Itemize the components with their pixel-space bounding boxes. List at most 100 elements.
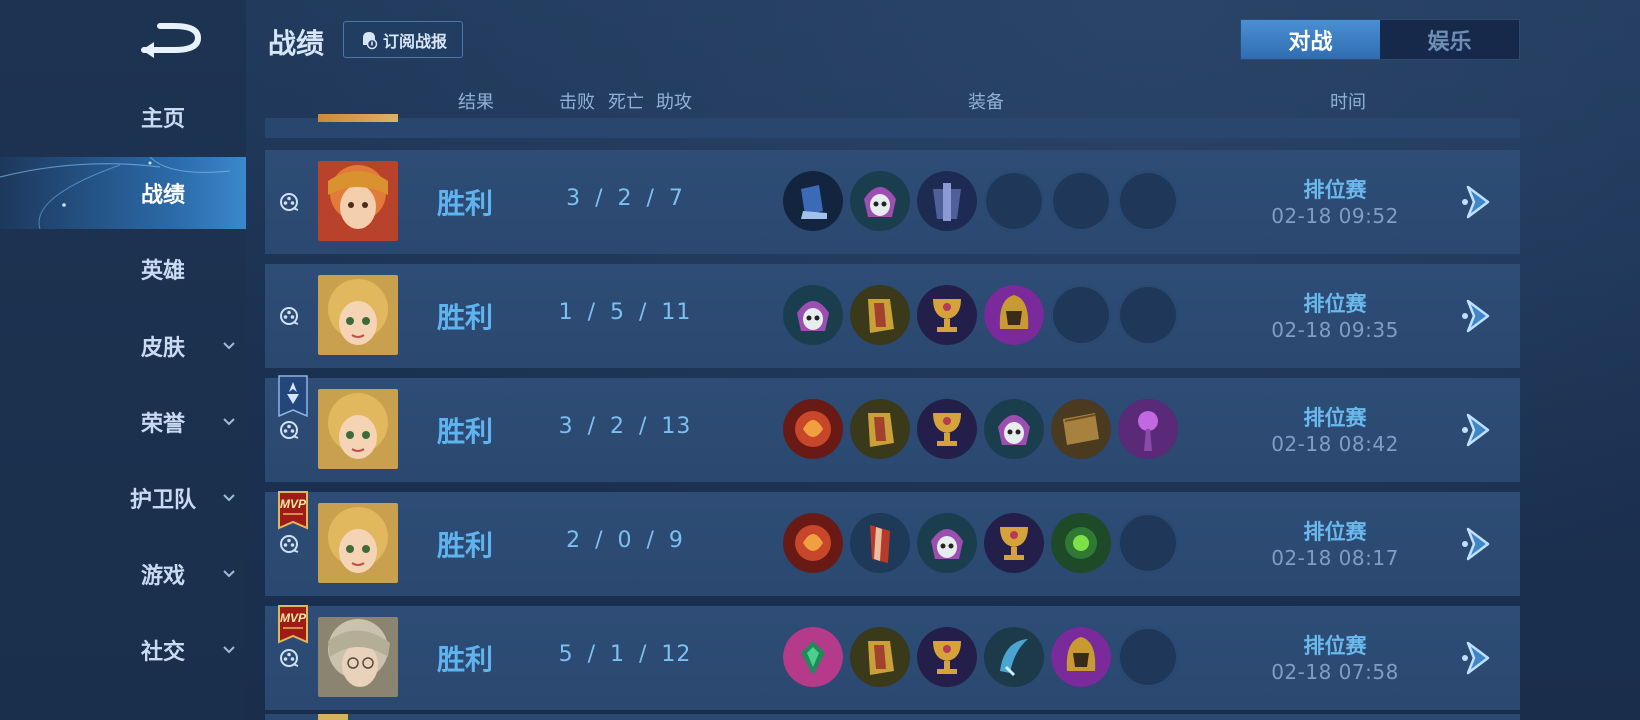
book-icon[interactable] [1051,399,1111,459]
purple-staff-icon[interactable] [1118,399,1178,459]
empty-item-slot [1051,171,1111,231]
match-time: 02-18 08:17 [1271,546,1399,570]
chalice-icon[interactable] [917,399,977,459]
match-row[interactable]: 胜利 3 / 2 / 7 排位赛 02-18 09:52 [265,150,1520,254]
sidebar: 主页 战绩 英雄 皮肤 荣誉 护卫队 游戏 社交 [0,0,246,720]
column-header-kills: 击败 [559,92,595,113]
page-title: 战绩 [268,27,325,60]
purple-helm-icon[interactable] [1051,627,1111,687]
gold-gauntlet-icon[interactable] [850,285,910,345]
hero-portrait-icon [318,275,398,355]
flame-orb-icon[interactable] [783,399,843,459]
hero-portrait-icon [318,161,398,241]
hero-portrait-icon [318,389,398,469]
tab-entertainment[interactable]: 娱乐 [1380,20,1519,59]
column-header-time: 时间 [1330,92,1366,113]
mvp-badge-icon [275,602,311,648]
sidebar-item-games[interactable]: 游戏 [0,538,246,610]
partial-row-top [265,114,1520,138]
gold-gauntlet-icon[interactable] [850,399,910,459]
column-header-assists: 助攻 [656,92,692,113]
column-header-equipment: 装备 [968,92,1004,113]
chevron-down-icon [223,342,235,350]
gold-gauntlet-icon[interactable] [850,627,910,687]
match-result: 胜利 [436,643,493,676]
replay-icon[interactable] [279,306,299,326]
skull-helm-icon[interactable] [917,513,977,573]
kda-score: 1 / 5 / 11 [558,300,692,325]
chalice-icon[interactable] [984,513,1044,573]
skull-helm-icon[interactable] [783,285,843,345]
kda-score: 3 / 2 / 7 [566,186,684,211]
chevron-right-icon[interactable] [1460,297,1496,335]
match-time: 02-18 09:52 [1271,204,1399,228]
empty-item-slot [1118,513,1178,573]
sidebar-item-heroes[interactable]: 英雄 [0,233,246,305]
match-result: 胜利 [436,187,493,220]
empty-item-slot [984,171,1044,231]
sidebar-item-skins[interactable]: 皮肤 [0,310,246,382]
match-result: 胜利 [436,301,493,334]
match-mode: 排位赛 [1303,634,1367,658]
match-row[interactable]: 胜利 1 / 5 / 11 排位赛 02-18 09:35 [265,264,1520,368]
back-arrow-icon[interactable] [140,20,206,58]
subscribe-report-button[interactable]: 订阅战报 [343,21,463,58]
match-result: 胜利 [436,415,493,448]
banner-badge-icon [275,374,311,420]
bell-icon [362,31,378,49]
boots-icon[interactable] [783,171,843,231]
replay-icon[interactable] [279,420,299,440]
skull-helm-icon[interactable] [850,171,910,231]
hero-portrait-icon [318,503,398,583]
column-header-deaths: 死亡 [608,92,644,113]
purple-helm-icon[interactable] [984,285,1044,345]
chevron-down-icon [223,494,235,502]
replay-icon[interactable] [279,534,299,554]
kda-score: 3 / 2 / 13 [558,414,692,439]
mode-tab-group: 对战 娱乐 [1240,19,1520,60]
app-root: 主页 战绩 英雄 皮肤 荣誉 护卫队 游戏 社交 战绩 订阅战报 对战 娱乐 结… [0,0,1640,720]
skull-helm-icon[interactable] [984,399,1044,459]
red-scroll-icon[interactable] [850,513,910,573]
chevron-right-icon[interactable] [1460,525,1496,563]
chevron-right-icon[interactable] [1460,183,1496,221]
empty-item-slot [1051,285,1111,345]
flame-orb-icon[interactable] [783,513,843,573]
match-time: 02-18 09:35 [1271,318,1399,342]
chalice-icon[interactable] [917,285,977,345]
match-mode: 排位赛 [1303,292,1367,316]
emerald-icon[interactable] [783,627,843,687]
chevron-down-icon [223,646,235,654]
match-time: 02-18 08:42 [1271,432,1399,456]
match-row[interactable]: 胜利 2 / 0 / 9 排位赛 02-18 08:17 [265,492,1520,596]
blue-blade-icon[interactable] [984,627,1044,687]
chevron-right-icon[interactable] [1460,411,1496,449]
mvp-badge-icon [275,488,311,534]
chalice-icon[interactable] [917,627,977,687]
match-row[interactable]: 胜利 3 / 2 / 13 排位赛 02-18 08:42 [265,378,1520,482]
sidebar-item-records[interactable]: 战绩 [0,157,246,229]
subscribe-label: 订阅战报 [382,31,447,51]
chevron-right-icon[interactable] [1460,639,1496,677]
match-mode: 排位赛 [1303,178,1367,202]
sidebar-item-social[interactable]: 社交 [0,614,246,686]
match-result: 胜利 [436,529,493,562]
column-header-result: 结果 [458,92,494,113]
empty-item-slot [1118,285,1178,345]
kda-score: 2 / 0 / 9 [566,528,684,553]
replay-icon[interactable] [279,192,299,212]
sidebar-item-home[interactable]: 主页 [0,81,246,153]
dark-armor-icon[interactable] [917,171,977,231]
tab-battle[interactable]: 对战 [1241,20,1380,59]
green-gem-icon[interactable] [1051,513,1111,573]
sidebar-item-honor[interactable]: 荣誉 [0,386,246,458]
partial-row-bottom [265,714,1520,720]
kda-score: 5 / 1 / 12 [558,642,692,667]
empty-item-slot [1118,627,1178,687]
chevron-down-icon [223,418,235,426]
match-mode: 排位赛 [1303,406,1367,430]
match-row[interactable]: 胜利 5 / 1 / 12 排位赛 02-18 07:58 [265,606,1520,710]
match-mode: 排位赛 [1303,520,1367,544]
replay-icon[interactable] [279,648,299,668]
sidebar-item-guard[interactable]: 护卫队 [0,462,246,534]
